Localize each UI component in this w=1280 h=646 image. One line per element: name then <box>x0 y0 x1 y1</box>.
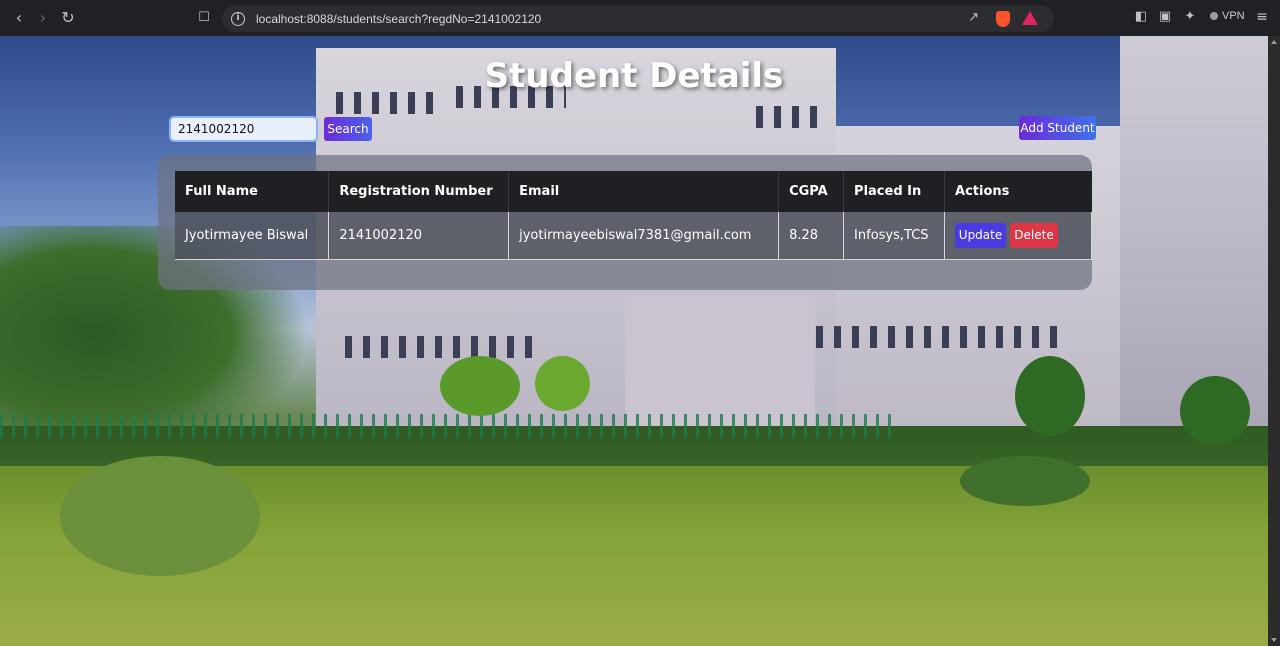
page-viewport: Student Details 2141002120 Search Add St… <box>0 36 1268 646</box>
cell-actions: Update Delete <box>944 212 1092 260</box>
column-header-email: Email <box>508 171 780 212</box>
brave-rewards-icon[interactable] <box>1022 11 1038 25</box>
row-actions: Update Delete <box>955 222 1081 248</box>
vpn-button[interactable]: VPN <box>1210 10 1245 22</box>
update-button[interactable]: Update <box>955 222 1007 248</box>
building-windows <box>756 106 826 128</box>
brave-shield-icon[interactable] <box>996 11 1010 27</box>
browser-toolbar: ‹ › ↻ ☐ i localhost:8088/students/search… <box>0 0 1280 36</box>
column-header-cgpa: CGPA <box>778 171 845 212</box>
background-bush <box>960 456 1090 506</box>
page-title: Student Details <box>484 56 784 96</box>
search-input-value[interactable]: 2141002120 <box>178 122 254 136</box>
delete-button[interactable]: Delete <box>1010 222 1059 248</box>
page-scrollbar[interactable] <box>1268 36 1280 646</box>
cell-placed-in: Infosys,TCS <box>843 212 946 260</box>
share-icon[interactable]: ↗ <box>968 10 979 25</box>
address-bar[interactable]: i localhost:8088/students/search?regdNo=… <box>222 5 1054 32</box>
info-icon[interactable]: i <box>231 11 245 26</box>
building-windows <box>816 326 1066 348</box>
url-text[interactable]: localhost:8088/students/search?regdNo=21… <box>256 12 541 26</box>
column-header-full-name: Full Name <box>175 171 330 212</box>
search-input[interactable]: 2141002120 <box>169 116 318 142</box>
forward-icon[interactable]: › <box>33 8 53 28</box>
vpn-status-icon <box>1210 12 1218 20</box>
cell-registration-number: 2141002120 <box>328 212 510 260</box>
cell-cgpa: 8.28 <box>778 212 845 260</box>
background-tree <box>440 356 520 416</box>
background-tree <box>1015 356 1085 436</box>
column-header-placed-in: Placed In <box>843 171 946 212</box>
back-icon[interactable]: ‹ <box>9 8 29 28</box>
menu-icon[interactable]: ≡ <box>1254 9 1270 25</box>
background-tree <box>1180 376 1250 446</box>
background-tree <box>535 356 590 411</box>
vpn-label: VPN <box>1222 10 1245 22</box>
column-header-actions: Actions <box>944 171 1092 212</box>
cell-full-name: Jyotirmayee Biswal <box>175 212 330 260</box>
scroll-down-icon[interactable] <box>1271 638 1277 642</box>
reload-icon[interactable]: ↻ <box>58 8 78 28</box>
scroll-up-icon[interactable] <box>1271 40 1277 44</box>
bookmark-icon[interactable]: ☐ <box>194 8 214 28</box>
background-plant <box>60 456 260 576</box>
add-student-button[interactable]: Add Student <box>1019 116 1096 140</box>
background-fence <box>0 414 900 438</box>
cell-email: jyotirmayeebiswal7381@gmail.com <box>508 212 780 260</box>
wallet-icon[interactable]: ▣ <box>1157 9 1173 25</box>
building-windows <box>345 336 535 358</box>
search-button[interactable]: Search <box>324 117 372 141</box>
table-header-row: Full Name Registration Number Email CGPA… <box>175 171 1092 212</box>
sidebar-icon[interactable]: ◧ <box>1133 9 1149 25</box>
table-row: Jyotirmayee Biswal 2141002120 jyotirmaye… <box>175 212 1092 260</box>
column-header-registration-number: Registration Number <box>328 171 510 212</box>
students-table: Full Name Registration Number Email CGPA… <box>175 171 1092 260</box>
leo-ai-icon[interactable]: ✦ <box>1182 9 1198 25</box>
